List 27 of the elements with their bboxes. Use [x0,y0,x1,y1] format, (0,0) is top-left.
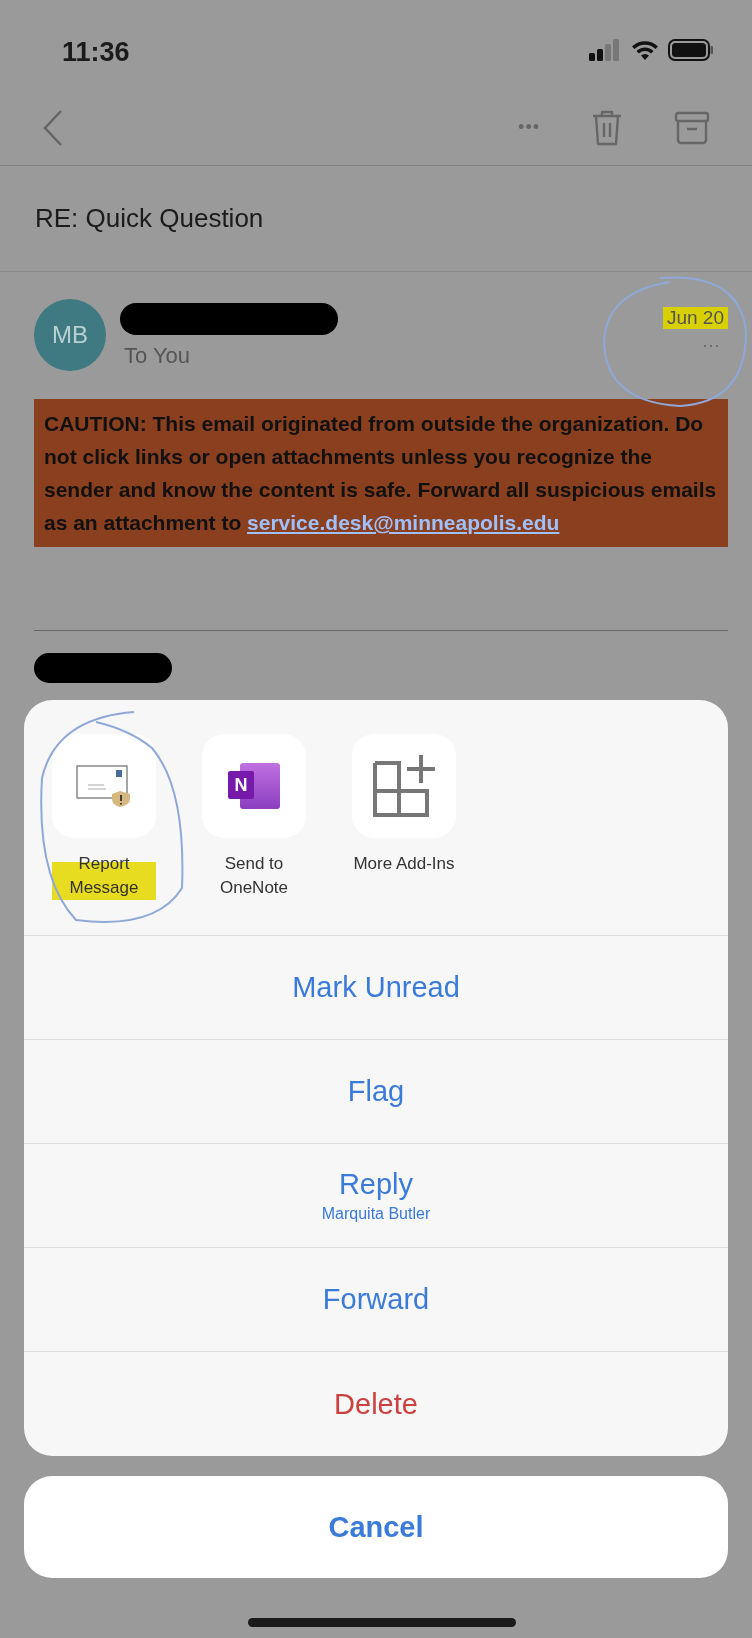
wifi-icon [630,39,660,61]
email-subject: RE: Quick Question [35,203,264,234]
signal-icon [588,39,622,61]
recipient-label: To You [124,343,192,369]
add-grid-icon [373,755,435,817]
status-time: 11:36 [62,36,130,68]
add-in-label: Send to OneNote [218,853,289,899]
battery-icon [668,39,714,61]
add-in-tile[interactable]: N [202,734,306,838]
back-icon[interactable] [42,108,64,147]
message-more-button[interactable]: ··· [702,335,720,356]
archive-icon[interactable] [674,110,710,145]
action-button[interactable]: Reply Marquita Butler [24,1144,728,1248]
email-link[interactable]: service.desk@minneapolis.edu [247,511,560,534]
message-date: Jun 20 [662,307,728,329]
trash-icon[interactable] [590,108,624,147]
add-in-tile[interactable] [52,734,156,838]
action-button[interactable]: Flag [24,1040,728,1144]
action-button[interactable]: Forward [24,1248,728,1352]
avatar: MB [34,299,106,371]
cancel-button[interactable]: Cancel [24,1476,728,1578]
action-button[interactable]: Mark Unread [24,936,728,1040]
action-button[interactable]: Delete [24,1352,728,1456]
caution-text: CAUTION: This email originated from outside the organization. Do not click links or open attachments unless you recognize the sender and know the content is safe. Forward all suspicious emails as an attachment to service.desk@minneapolis.edu [44,412,717,534]
add-in-tile[interactable] [352,734,456,838]
envelope-warning-icon [76,765,132,807]
add-in-label: More Add-Ins [352,853,456,875]
